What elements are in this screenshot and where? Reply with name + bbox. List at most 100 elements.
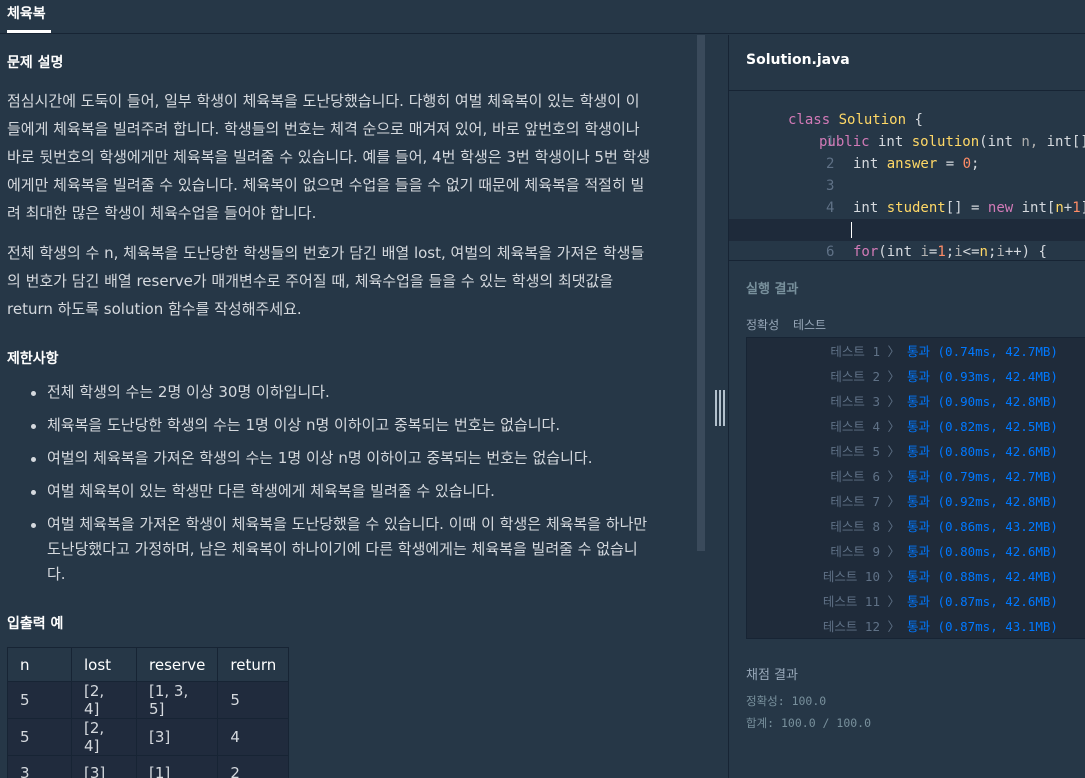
table-header-cell: lost [71,647,137,682]
test-result-row: 테스트 2 〉 통과 (0.93ms, 42.4MB) [747,364,1085,389]
constraint-item: 체육복을 도난당한 학생의 수는 1명 이상 n명 이하이고 중복되는 번호는 … [7,413,687,438]
constraint-item: 전체 학생의 수는 2명 이상 30명 이하입니다. [7,380,687,405]
tab-problem-title[interactable]: 체육복 [7,0,46,34]
test-result: 통과 (0.82ms, 42.5MB) [907,419,1058,434]
code-editor[interactable]: 1 class Solution { 2 public int solution… [729,90,1085,260]
test-result: 통과 (0.79ms, 42.7MB) [907,469,1058,484]
io-example-heading: 입출력 예 [7,616,64,632]
test-name: 테스트 9 〉 [830,544,900,559]
table-header-row: n lost reserve return [7,647,290,682]
constraint-item: 여벌 체육복이 있는 학생만 다른 학생에게 체육복을 빌려줄 수 있습니다. [7,479,687,504]
tab-test[interactable]: 테스트 [793,318,826,332]
test-result-row: 테스트 1 〉 통과 (0.74ms, 42.7MB) [747,339,1085,364]
test-result-row: 테스트 12 〉 통과 (0.87ms, 43.1MB) [747,614,1085,639]
description-line: 려 최대한 많은 학생이 체육수업을 들어야 합니다. [7,204,317,222]
test-result: 통과 (0.88ms, 42.4MB) [907,569,1058,584]
test-result-row: 테스트 9 〉 통과 (0.80ms, 42.6MB) [747,539,1085,564]
splitter-grip-icon[interactable] [715,390,725,426]
file-name: Solution.java [746,52,850,68]
table-row: 5 [2, 4] [3] 4 [7,718,290,756]
code-line[interactable]: 4 [729,175,1085,216]
test-results-list: 테스트 1 〉 통과 (0.74ms, 42.7MB) 테스트 2 〉 통과 (0.… [746,337,1085,639]
test-result-row: 테스트 10 〉 통과 (0.88ms, 42.4MB) [747,564,1085,589]
description-line: 점심시간에 도둑이 들어, 일부 학생이 체육복을 도난당했습니다. 다행히 여… [7,92,640,110]
description-line: 들에게 체육복을 빌려주려 합니다. 학생들의 번호는 체격 순으로 매겨져 있… [7,120,640,138]
test-name: 테스트 12 〉 [822,619,900,634]
tab-accuracy[interactable]: 정확성 [746,318,779,332]
text-cursor [851,222,852,238]
test-result: 통과 (0.90ms, 42.8MB) [907,394,1058,409]
code-line[interactable]: 2 public int solution(int n, int[] [729,131,1085,172]
test-result-row: 테스트 8 〉 통과 (0.86ms, 43.2MB) [747,514,1085,539]
test-result-row: 테스트 3 〉 통과 (0.90ms, 42.8MB) [747,389,1085,414]
test-name: 테스트 7 〉 [830,494,900,509]
test-name: 테스트 10 〉 [822,569,900,584]
description-line: 전체 학생의 수 n, 체육복을 도난당한 학생들의 번호가 담긴 배열 los… [7,244,645,262]
test-result: 통과 (0.92ms, 42.8MB) [907,494,1058,509]
grade-accuracy: 정확성: 100.0 [746,694,827,708]
description-line: 에게만 체육복을 빌려줄 수 있습니다. 체육복이 없으면 수업을 들을 수 없… [7,176,645,194]
table-cell: 3 [7,755,72,778]
table-header-cell: return [217,647,290,682]
table-row: 3 [3] [1] 2 [7,755,290,778]
code-line[interactable]: 5 int student[] = new int[n+1]; [729,197,1085,238]
result-tabs: 정확성 테스트 [746,316,836,333]
problem-pane: 문제 설명 점심시간에 도둑이 들어, 일부 학생이 체육복을 도난당했습니다.… [0,35,714,778]
table-cell: 2 [217,755,290,778]
code-line[interactable]: 3 int answer = 0; [729,153,1085,194]
code-line[interactable]: 1 class Solution { [729,109,1085,150]
table-cell: [1, 3, 5] [135,681,219,719]
constraints-heading: 제한사항 [7,351,59,367]
constraint-line: 여벌 체육복을 가져온 학생이 체육복을 도난당했을 수 있습니다. 이때 이 … [47,515,648,533]
test-name: 테스트 11 〉 [822,594,900,609]
test-name: 테스트 4 〉 [830,419,900,434]
description-paragraph-1: 점심시간에 도둑이 들어, 일부 학생이 체육복을 도난당했습니다. 다행히 여… [7,87,682,227]
test-result-row: 테스트 6 〉 통과 (0.79ms, 42.7MB) [747,464,1085,489]
test-name: 테스트 6 〉 [830,469,900,484]
description-line: 바로 뒷번호의 학생에게만 체육복을 빌려줄 수 있습니다. 예를 들어, 4번… [7,148,651,166]
test-result: 통과 (0.74ms, 42.7MB) [907,344,1058,359]
top-tab-bar: 체육복 [0,0,1085,34]
test-name: 테스트 8 〉 [830,519,900,534]
test-result-row: 테스트 4 〉 통과 (0.82ms, 42.5MB) [747,414,1085,439]
constraint-line: 도난당했다고 가정하며, 남은 체육복이 하나이기에 다른 학생에게는 체육복을… [47,540,638,558]
constraints-list: 전체 학생의 수는 2명 이상 30명 이하입니다. 체육복을 도난당한 학생의… [7,380,687,587]
test-name: 테스트 5 〉 [830,444,900,459]
result-area: 실행 결과 정확성 테스트 테스트 1 〉 통과 (0.74ms, 42.7MB)… [729,260,1085,778]
table-row: 5 [2, 4] [1, 3, 5] 5 [7,681,290,719]
constraint-item-multiline: 여벌 체육복을 가져온 학생이 체육복을 도난당했을 수 있습니다. 이때 이 … [7,512,687,587]
table-cell: [3] [71,755,137,778]
description-line: 의 번호가 담긴 배열 reserve가 매개변수로 주어질 때, 체육수업을 … [7,272,614,290]
table-cell: 5 [217,681,290,719]
constraint-item: 여벌의 체육복을 가져온 학생의 수는 1명 이상 n명 이하이고 중복되는 번… [7,446,687,471]
test-result: 통과 (0.87ms, 43.1MB) [907,619,1058,634]
table-cell: 5 [7,718,72,756]
test-result: 통과 (0.86ms, 43.2MB) [907,519,1058,534]
code-line-active[interactable]: 6 [729,219,1085,260]
table-cell: [3] [135,718,219,756]
constraint-line: 다. [47,565,66,583]
test-result-row: 테스트 5 〉 통과 (0.80ms, 42.6MB) [747,439,1085,464]
grade-result-title: 채점 결과 [746,668,798,683]
test-result: 통과 (0.80ms, 42.6MB) [907,444,1058,459]
table-cell: 4 [217,718,290,756]
table-cell: [2, 4] [71,718,137,756]
test-result-row: 테스트 11 〉 통과 (0.87ms, 42.6MB) [747,589,1085,614]
description-scrollbar[interactable] [697,35,705,551]
description-heading: 문제 설명 [7,55,64,71]
test-result: 통과 (0.80ms, 42.6MB) [907,544,1058,559]
code-lines[interactable]: 1 class Solution { 2 public int solution… [729,109,1085,260]
description-paragraph-2: 전체 학생의 수 n, 체육복을 도난당한 학생들의 번호가 담긴 배열 los… [7,239,682,323]
table-cell: 5 [7,681,72,719]
test-name: 테스트 2 〉 [830,369,900,384]
table-cell: [2, 4] [71,681,137,719]
editor-pane: Solution.java 1 class Solution { 2 publi… [728,35,1085,778]
io-example-table: n lost reserve return 5 [2, 4] [1, 3, 5]… [7,647,290,778]
code-line[interactable]: 7 for(int i=1;i<=n;i++) { [729,241,1085,260]
table-header-cell: reserve [135,647,219,682]
run-result-title: 실행 결과 [746,282,799,297]
test-result: 통과 (0.87ms, 42.6MB) [907,594,1058,609]
test-result-row: 테스트 7 〉 통과 (0.92ms, 42.8MB) [747,489,1085,514]
test-name: 테스트 1 〉 [830,344,900,359]
grade-total: 합계: 100.0 / 100.0 [746,716,872,730]
